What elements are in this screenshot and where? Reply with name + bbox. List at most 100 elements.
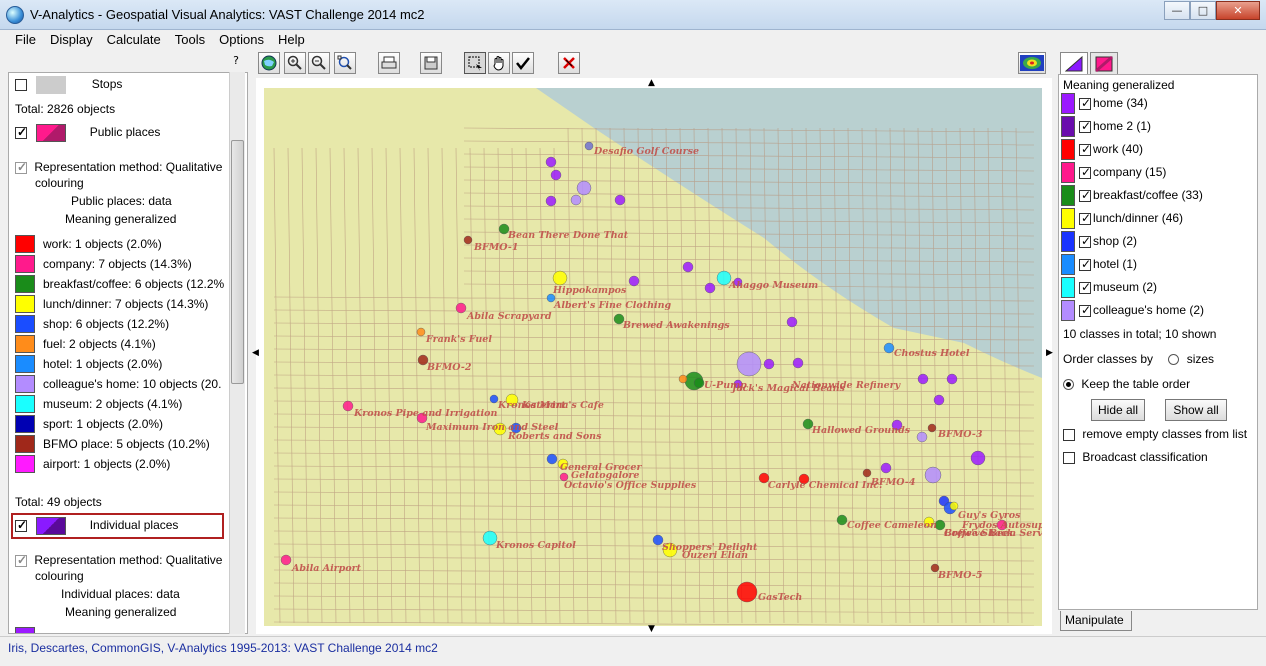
class-color-swatch[interactable] xyxy=(1061,208,1075,229)
place-marker[interactable] xyxy=(693,377,705,389)
globe-icon[interactable] xyxy=(258,52,280,74)
class-visible-checkbox[interactable] xyxy=(1079,234,1091,248)
class-visible-checkbox[interactable] xyxy=(1079,96,1091,110)
class-color-swatch[interactable] xyxy=(1061,254,1075,275)
map-canvas[interactable]: Desafio Golf CourseBean There Done ThatB… xyxy=(264,88,1042,626)
menu-tools[interactable]: Tools xyxy=(168,30,212,50)
class-row[interactable]: lunch/dinner (46) xyxy=(1061,208,1251,230)
overview-map-icon[interactable] xyxy=(1018,52,1046,74)
class-visible-checkbox[interactable] xyxy=(1079,280,1091,294)
show-all-button[interactable]: Show all xyxy=(1165,399,1227,421)
class-visible-checkbox[interactable] xyxy=(1079,142,1091,156)
tab-individual-places[interactable] xyxy=(1060,52,1088,74)
place-marker[interactable] xyxy=(545,195,557,207)
no-select-icon[interactable] xyxy=(558,52,580,74)
place-marker[interactable] xyxy=(552,270,568,286)
place-marker[interactable] xyxy=(786,316,798,328)
zoom-extent-icon[interactable] xyxy=(334,52,356,74)
print-icon[interactable] xyxy=(378,52,400,74)
checkmark-icon[interactable] xyxy=(512,52,534,74)
public-rep-checkbox[interactable] xyxy=(15,160,27,174)
class-color-swatch[interactable] xyxy=(1061,231,1075,252)
hide-all-button[interactable]: Hide all xyxy=(1091,399,1145,421)
class-color-swatch[interactable] xyxy=(1061,185,1075,206)
menu-help[interactable]: Help xyxy=(271,30,312,50)
class-visible-checkbox[interactable] xyxy=(1079,188,1091,202)
remove-empty-row[interactable]: remove empty classes from list xyxy=(1063,427,1247,441)
place-marker[interactable] xyxy=(280,554,292,566)
maximize-button[interactable]: □ xyxy=(1190,1,1216,20)
place-marker[interactable] xyxy=(545,156,557,168)
place-marker[interactable] xyxy=(704,282,716,294)
place-marker[interactable] xyxy=(917,373,929,385)
class-row[interactable]: work (40) xyxy=(1061,139,1251,161)
class-color-swatch[interactable] xyxy=(1061,277,1075,298)
remove-empty-checkbox[interactable] xyxy=(1063,428,1075,441)
menu-display[interactable]: Display xyxy=(43,30,100,50)
pan-hand-icon[interactable] xyxy=(488,52,510,74)
place-marker[interactable] xyxy=(614,194,626,206)
zoom-in-icon[interactable] xyxy=(284,52,306,74)
class-color-swatch[interactable] xyxy=(1061,162,1075,183)
map-view[interactable]: Desafio Golf Course Bean There Done That B… xyxy=(252,78,1053,634)
select-rect-icon[interactable] xyxy=(464,52,486,74)
menu-options[interactable]: Options xyxy=(212,30,271,50)
class-color-swatch[interactable] xyxy=(1061,116,1075,137)
place-marker[interactable] xyxy=(570,194,582,206)
public-places-checkbox[interactable] xyxy=(15,125,27,139)
place-marker[interactable] xyxy=(550,169,562,181)
place-marker[interactable] xyxy=(836,514,848,526)
class-row[interactable]: company (15) xyxy=(1061,162,1251,184)
place-marker[interactable] xyxy=(482,530,498,546)
place-marker[interactable] xyxy=(682,261,694,273)
tab-manipulate[interactable]: Manipulate xyxy=(1060,611,1132,631)
place-marker[interactable] xyxy=(916,431,928,443)
place-marker[interactable] xyxy=(576,180,592,196)
class-row[interactable]: colleague's home (2) xyxy=(1061,300,1251,322)
indiv-rep-checkbox[interactable] xyxy=(15,553,27,567)
class-visible-checkbox[interactable] xyxy=(1079,303,1091,317)
place-marker[interactable] xyxy=(883,342,895,354)
order-sizes-radio[interactable] xyxy=(1168,354,1180,366)
broadcast-row[interactable]: Broadcast classification xyxy=(1063,450,1208,464)
individual-places-checkbox[interactable] xyxy=(15,518,27,532)
class-row[interactable]: home 2 (1) xyxy=(1061,116,1251,138)
pan-down-arrow[interactable]: ▼ xyxy=(648,624,655,634)
class-row[interactable]: breakfast/coffee (33) xyxy=(1061,185,1251,207)
save-icon[interactable] xyxy=(420,52,442,74)
left-panel-scroll-thumb[interactable] xyxy=(231,140,244,384)
place-marker[interactable] xyxy=(970,450,986,466)
place-marker[interactable] xyxy=(946,373,958,385)
place-marker[interactable] xyxy=(584,141,594,151)
class-color-swatch[interactable] xyxy=(1061,93,1075,114)
place-marker[interactable] xyxy=(489,394,499,404)
minimize-button[interactable]: — xyxy=(1164,1,1190,20)
help-button[interactable]: ? xyxy=(228,54,244,70)
broadcast-checkbox[interactable] xyxy=(1063,451,1075,464)
place-marker[interactable] xyxy=(628,275,640,287)
pan-right-arrow[interactable]: ▶ xyxy=(1046,348,1053,358)
left-panel-scrollbar[interactable] xyxy=(229,72,245,634)
place-marker[interactable] xyxy=(927,423,937,433)
class-color-swatch[interactable] xyxy=(1061,300,1075,321)
class-row[interactable]: shop (2) xyxy=(1061,231,1251,253)
zoom-out-icon[interactable] xyxy=(308,52,330,74)
individual-places-layer-row[interactable]: Individual places xyxy=(15,517,178,535)
menu-calculate[interactable]: Calculate xyxy=(100,30,168,50)
menu-file[interactable]: File xyxy=(8,30,43,50)
keep-order-radio[interactable] xyxy=(1063,379,1074,391)
public-places-layer-row[interactable]: Public places xyxy=(15,124,160,142)
place-marker[interactable] xyxy=(736,581,758,603)
class-visible-checkbox[interactable] xyxy=(1079,211,1091,225)
place-marker[interactable] xyxy=(763,358,775,370)
place-marker[interactable] xyxy=(880,462,892,474)
class-visible-checkbox[interactable] xyxy=(1079,165,1091,179)
class-color-swatch[interactable] xyxy=(1061,139,1075,160)
place-marker[interactable] xyxy=(455,302,467,314)
place-marker[interactable] xyxy=(736,351,762,377)
class-row[interactable]: museum (2) xyxy=(1061,277,1251,299)
place-marker[interactable] xyxy=(949,501,959,511)
tab-public-places[interactable] xyxy=(1090,52,1118,74)
stops-layer-row[interactable]: Stops xyxy=(15,76,122,94)
place-marker[interactable] xyxy=(933,394,945,406)
